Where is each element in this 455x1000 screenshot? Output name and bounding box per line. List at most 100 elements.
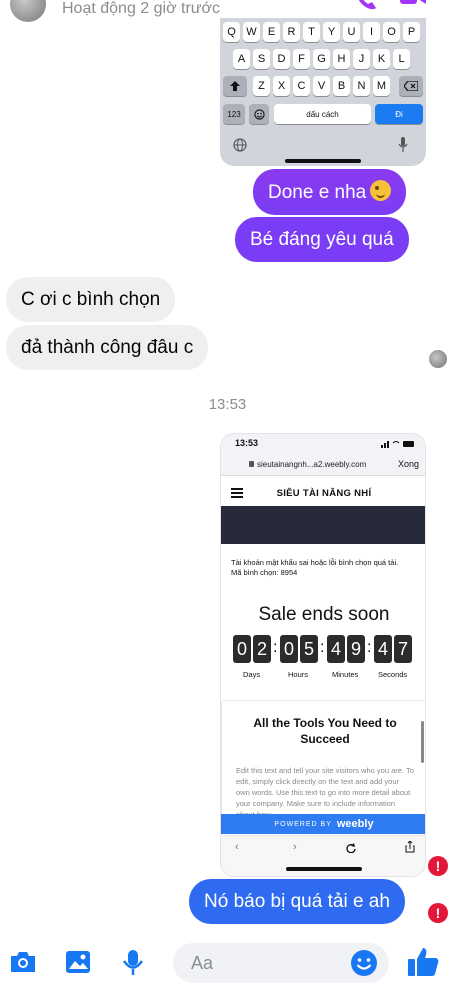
key: O	[383, 22, 400, 42]
outgoing-message[interactable]: Done e nha	[253, 169, 407, 215]
key: N	[353, 76, 370, 96]
keyboard-row-2: A S D F G H J K L	[220, 49, 426, 71]
key: H	[333, 49, 350, 69]
timer-digit: 9	[347, 635, 365, 663]
error-line-2: Mã bình chọn: 8954	[231, 568, 298, 577]
chat-screen: Hoạt động 2 giờ trước Q W E R T Y U I O …	[0, 0, 455, 1000]
key: L	[393, 49, 410, 69]
backspace-key-icon	[399, 76, 423, 96]
sale-heading: Sale ends soon	[258, 604, 390, 625]
video-icon[interactable]	[400, 0, 426, 10]
phone-icon[interactable]	[354, 0, 376, 10]
key: D	[273, 49, 290, 69]
timer-digit: 0	[233, 635, 251, 663]
camera-icon[interactable]	[8, 947, 38, 977]
space-key: dấu cách	[274, 104, 371, 124]
weebly-logo: weebly	[336, 818, 374, 830]
timer-label: Days	[243, 670, 261, 679]
key: S	[253, 49, 270, 69]
powered-by-text: POWERED BY	[274, 820, 332, 828]
active-status: Hoạt động 2 giờ trước	[62, 0, 220, 17]
keyboard-row-3: Z X C V B N M	[220, 76, 426, 98]
message-text: C ơi c bình chọn	[21, 289, 161, 310]
card-title: All the Tools You Need to Succeed	[253, 716, 397, 746]
card-body: Edit this text and tell your site visito…	[236, 766, 414, 817]
message-composer: Aa	[0, 935, 455, 1000]
back-icon[interactable]: ‹	[235, 841, 239, 853]
incoming-message[interactable]: đả thành công đâu c	[6, 325, 209, 370]
timer-colon: :	[320, 639, 325, 656]
error-icon[interactable]: !	[428, 903, 448, 923]
key: R	[283, 22, 300, 42]
timer-label: Seconds	[378, 670, 408, 679]
done-button[interactable]: Xong	[398, 459, 419, 469]
key: W	[243, 22, 260, 42]
outgoing-message[interactable]: Nó báo bị quá tải e ah	[189, 879, 405, 924]
timer-digit: 4	[327, 635, 345, 663]
website-screenshot-image[interactable]: 13:53 sieutainangnh...a2.weebly.com Xong…	[220, 433, 426, 877]
microphone-icon	[398, 137, 408, 152]
message-input[interactable]: Aa	[173, 943, 389, 983]
keyboard-row-4: 123 dấu cách Đi	[220, 104, 426, 126]
key: V	[313, 76, 330, 96]
key: F	[293, 49, 310, 69]
gallery-icon[interactable]	[63, 947, 93, 977]
key: T	[303, 22, 320, 42]
timer-colon: :	[367, 639, 372, 656]
refresh-icon[interactable]	[346, 843, 356, 853]
error-icon[interactable]: !	[428, 856, 448, 876]
winking-face-emoji-icon	[370, 180, 392, 201]
message-text: Bé đáng yêu quá	[250, 229, 394, 250]
powered-by-banner[interactable]: POWERED BY weebly	[221, 814, 425, 834]
key: Z	[253, 76, 270, 96]
timer-digit: 5	[300, 635, 318, 663]
share-icon[interactable]	[405, 841, 415, 853]
message-input-placeholder: Aa	[191, 953, 214, 973]
keyboard-screenshot-image[interactable]: Q W E R T Y U I O P A S D F G H J K L Z	[220, 18, 426, 166]
key: C	[293, 76, 310, 96]
go-key: Đi	[375, 104, 423, 124]
numbers-key: 123	[223, 104, 245, 124]
message-text: Done e nha	[268, 182, 367, 203]
shift-key-icon	[223, 76, 247, 96]
timer-label: Hours	[288, 670, 309, 679]
message-text: đả thành công đâu c	[21, 337, 194, 358]
site-error-message: Tài khoản mật khẩu sai hoặc lỗi bình chọ…	[231, 558, 423, 578]
status-time: 13:53	[235, 438, 259, 448]
key: J	[353, 49, 370, 69]
emoji-icon[interactable]	[349, 948, 379, 978]
lock-icon	[249, 461, 254, 467]
thumbs-up-icon[interactable]	[406, 945, 440, 979]
timer-digit: 7	[394, 635, 412, 663]
keyboard-row-1: Q W E R T Y U I O P	[220, 22, 426, 44]
globe-icon	[233, 138, 247, 152]
contact-avatar[interactable]	[10, 0, 46, 22]
timer-digit: 2	[253, 635, 271, 663]
key: K	[373, 49, 390, 69]
scrollbar[interactable]	[421, 721, 424, 763]
url-bar[interactable]: sieutainangnh...a2.weebly.com Xong	[221, 454, 425, 476]
microphone-icon[interactable]	[118, 947, 148, 977]
key: E	[263, 22, 280, 42]
site-brand: SIÊU TÀI NĂNG NHÍ	[276, 488, 372, 499]
incoming-message[interactable]: C ơi c bình chọn	[6, 277, 176, 322]
home-indicator	[285, 159, 361, 163]
key: X	[273, 76, 290, 96]
seen-avatar	[429, 350, 447, 368]
emoji-key-icon	[249, 104, 269, 124]
timer-labels: Days Hours Minutes Seconds	[221, 670, 425, 682]
key: Y	[323, 22, 340, 42]
timer-colon: :	[273, 639, 278, 656]
message-timestamp: 13:53	[208, 396, 247, 413]
key: A	[233, 49, 250, 69]
key: G	[313, 49, 330, 69]
key: P	[403, 22, 420, 42]
forward-icon[interactable]: ›	[293, 841, 297, 853]
site-nav: SIÊU TÀI NĂNG NHÍ	[221, 478, 425, 506]
key: I	[363, 22, 380, 42]
key: U	[343, 22, 360, 42]
key: Q	[223, 22, 240, 42]
key: B	[333, 76, 350, 96]
message-text: Nó báo bị quá tải e ah	[204, 891, 390, 912]
outgoing-message[interactable]: Bé đáng yêu quá	[235, 217, 409, 262]
